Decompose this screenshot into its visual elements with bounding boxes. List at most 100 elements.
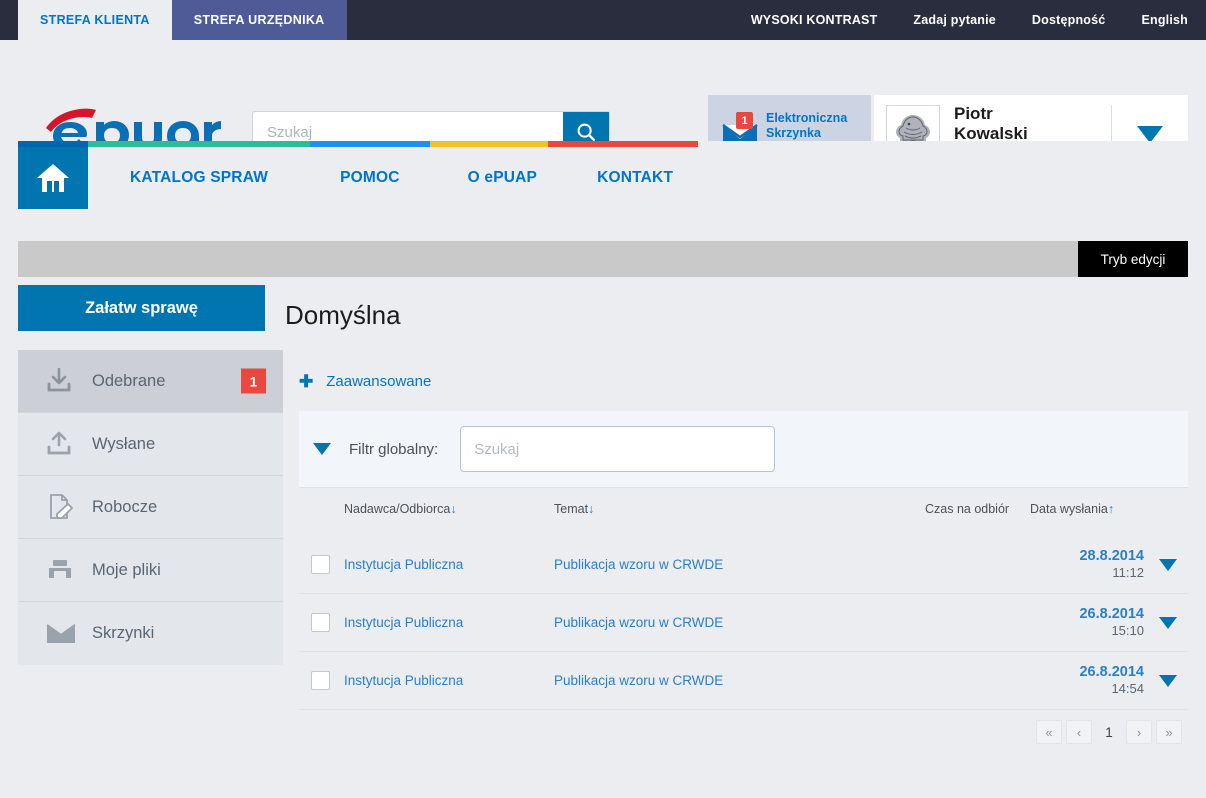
home-icon [37,164,69,192]
pagination: « ‹ 1 › » [299,710,1188,754]
th-sent-date-label: Data wysłania [1030,502,1108,516]
messages-table: Nadawca/Odbiorca↓ Temat↓ Czas na odbiór … [299,488,1188,710]
handle-case-label: Załatw sprawę [85,298,198,317]
inbox-download-icon [46,368,80,394]
link-ask-question[interactable]: Zadaj pytanie [913,13,995,27]
row-menu-button[interactable] [1148,674,1188,687]
row-time: 15:10 [1111,623,1144,638]
row-date-cell: 26.8.2014 14:54 [1030,664,1148,697]
th-subject-sort-icon: ↓ [588,502,595,516]
pagination-last-button[interactable]: » [1156,720,1182,744]
row-sender-cell: Instytucja Publiczna [344,556,554,574]
pagination-first-button[interactable]: « [1036,720,1062,744]
handle-case-button[interactable]: Załatw sprawę [18,285,265,331]
esp-line-2: Skrzynka [766,126,821,141]
row-sender-link[interactable]: Instytucja Publiczna [344,557,463,572]
row-time: 14:54 [1111,681,1144,696]
pagination-page-1[interactable]: 1 [1096,720,1122,744]
triangle-down-icon[interactable] [313,443,331,455]
site-header: 1 Elektroniczna Skrzynka Podawcza [0,40,1206,173]
row-checkbox-cell [299,671,344,690]
row-subject-cell: Publikacja wzoru w CRWDE [554,556,925,574]
zone-tabs: STREFA KLIENTA STREFA URZĘDNIKA [18,0,347,40]
row-subject-link[interactable]: Publikacja wzoru w CRWDE [554,673,723,688]
th-sender[interactable]: Nadawca/Odbiorca↓ [344,502,554,516]
row-date-cell: 28.8.2014 11:12 [1030,548,1148,581]
row-checkbox[interactable] [311,555,330,574]
triangle-down-icon [1159,616,1177,629]
zone-tab-official[interactable]: STREFA URZĘDNIKA [171,0,347,40]
advanced-link[interactable]: Zaawansowane [326,373,431,390]
th-sent-date[interactable]: Data wysłania↑ [1030,502,1148,516]
link-english[interactable]: English [1141,13,1188,27]
sidebar-item-odebrane-badge: 1 [241,368,266,394]
sidebar-item-moje-pliki[interactable]: Moje pliki [18,539,283,602]
row-sender-link[interactable]: Instytucja Publiczna [344,673,463,688]
row-date: 28.8.2014 [1079,548,1144,564]
outbox-upload-icon [46,431,80,457]
advanced-filter-toggle[interactable]: ✚ Zaawansowane [285,373,1188,390]
link-high-contrast[interactable]: WYSOKI KONTRAST [751,13,878,27]
plus-icon: ✚ [299,372,314,391]
edit-mode-label: Tryb edycji [1100,251,1166,267]
nav-links: KATALOG SPRAW POMOC O ePUAP KONTAKT [88,147,673,209]
row-date: 26.8.2014 [1079,606,1144,622]
sidebar-item-odebrane[interactable]: Odebrane 1 [18,350,283,413]
table-header-row: Nadawca/Odbiorca↓ Temat↓ Czas na odbiór … [299,488,1188,536]
nav-item-o-epuap[interactable]: O ePUAP [468,169,537,187]
row-checkbox[interactable] [311,671,330,690]
th-subject-label: Temat [554,502,589,516]
th-pickup-time[interactable]: Czas na odbiór [925,502,1030,516]
row-subject-cell: Publikacja wzoru w CRWDE [554,672,925,690]
global-filter-panel: Filtr globalny: [299,411,1188,488]
th-sender-label: Nadawca/Odbiorca [344,502,451,516]
row-sender-cell: Instytucja Publiczna [344,614,554,632]
zone-tab-client-label: STREFA KLIENTA [40,13,150,27]
zone-tab-client[interactable]: STREFA KLIENTA [18,0,172,40]
table-row[interactable]: Instytucja Publiczna Publikacja wzoru w … [299,594,1188,652]
top-utility-links: WYSOKI KONTRAST Zadaj pytanie Dostępność… [751,0,1188,40]
main-content: Domyślna ✚ Zaawansowane Filtr globalny: … [285,285,1188,754]
sidebar-item-skrzynki-label: Skrzynki [92,624,155,642]
row-sender-link[interactable]: Instytucja Publiczna [344,615,463,630]
row-subject-link[interactable]: Publikacja wzoru w CRWDE [554,615,723,630]
sidebar-list: Odebrane 1 Wysłane Robocze Moje pliki Sk… [18,350,283,665]
sidebar-item-moje-pliki-label: Moje pliki [92,560,161,579]
envelope-icon [46,623,80,645]
pagination-next-button[interactable]: › [1126,720,1152,744]
pagination-prev-button[interactable]: ‹ [1066,720,1092,744]
sidebar-item-odebrane-label: Odebrane [92,371,166,390]
triangle-down-icon [1159,674,1177,687]
zone-tab-official-label: STREFA URZĘDNIKA [193,13,325,27]
nav-item-katalog-spraw[interactable]: KATALOG SPRAW [130,169,268,187]
sidebar-item-wyslane[interactable]: Wysłane [18,413,283,476]
sidebar: Załatw sprawę Odebrane 1 Wysłane Robocze… [18,285,283,665]
row-menu-button[interactable] [1148,616,1188,629]
content-toolbar: Tryb edycji [18,241,1188,277]
table-row[interactable]: Instytucja Publiczna Publikacja wzoru w … [299,536,1188,594]
sidebar-item-robocze[interactable]: Robocze [18,476,283,539]
inbox-unread-badge: 1 [736,112,753,129]
row-sender-cell: Instytucja Publiczna [344,672,554,690]
nav-item-kontakt[interactable]: KONTAKT [597,169,673,187]
sidebar-item-skrzynki[interactable]: Skrzynki [18,602,283,665]
th-subject[interactable]: Temat↓ [554,502,925,516]
files-tray-icon [46,558,80,582]
link-accessibility[interactable]: Dostępność [1032,13,1106,27]
th-pickup-time-label: Czas na odbiór [925,502,1010,516]
nav-item-pomoc[interactable]: POMOC [340,169,400,187]
draft-pencil-icon [46,493,80,521]
table-row[interactable]: Instytucja Publiczna Publikacja wzoru w … [299,652,1188,710]
th-sent-date-sort-icon: ↑ [1107,502,1115,516]
row-checkbox[interactable] [311,613,330,632]
global-filter-input[interactable] [460,426,776,472]
row-subject-link[interactable]: Publikacja wzoru w CRWDE [554,557,723,572]
row-checkbox-cell [299,613,344,632]
row-menu-button[interactable] [1148,558,1188,571]
edit-mode-button[interactable]: Tryb edycji [1078,241,1188,277]
top-bar: STREFA KLIENTA STREFA URZĘDNIKA WYSOKI K… [0,0,1206,40]
row-subject-cell: Publikacja wzoru w CRWDE [554,614,925,632]
row-checkbox-cell [299,555,344,574]
sidebar-item-robocze-label: Robocze [92,497,158,516]
nav-home-button[interactable] [18,147,88,209]
